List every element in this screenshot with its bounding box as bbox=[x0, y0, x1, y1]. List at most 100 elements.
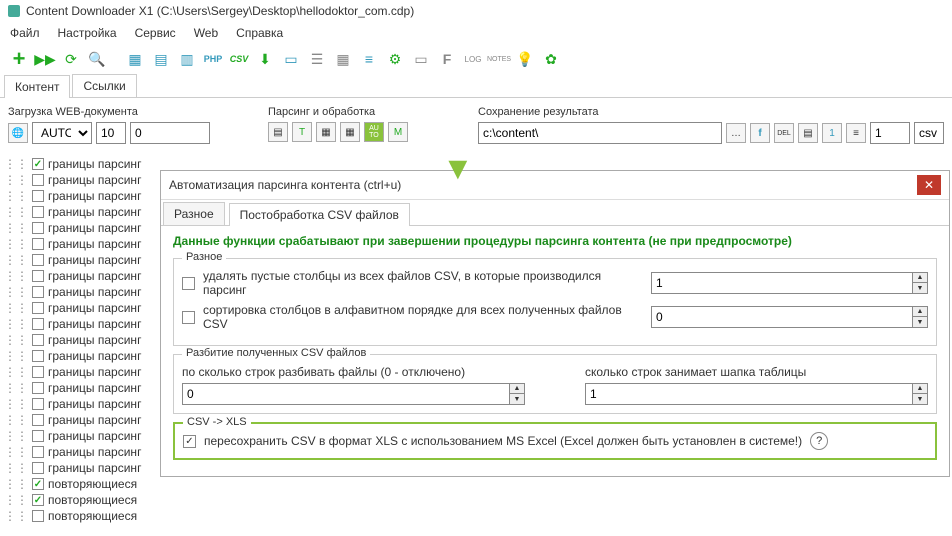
tree-item[interactable]: ⋮⋮границы парсинг bbox=[4, 220, 156, 236]
download-icon[interactable]: ⬇ bbox=[254, 48, 276, 70]
tree-item[interactable]: ⋮⋮границы парсинг bbox=[4, 380, 156, 396]
dialog-tab-csv[interactable]: Постобработка CSV файлов bbox=[229, 203, 410, 226]
search-icon[interactable]: 🔍 bbox=[86, 48, 108, 70]
tree-item[interactable]: ⋮⋮границы парсинг bbox=[4, 268, 156, 284]
parse-btn-t[interactable]: T bbox=[292, 122, 312, 142]
save-ext-input[interactable] bbox=[914, 122, 944, 144]
save-lines-icon[interactable]: ≡ bbox=[846, 123, 866, 143]
tree-item[interactable]: ⋮⋮границы парсинг bbox=[4, 236, 156, 252]
save-doc-icon[interactable]: ▤ bbox=[798, 123, 818, 143]
php-icon[interactable]: PHP bbox=[202, 48, 224, 70]
load-val1-input[interactable] bbox=[96, 122, 126, 144]
save-path-input[interactable] bbox=[478, 122, 722, 144]
tree-checkbox[interactable] bbox=[32, 222, 44, 234]
tree-item[interactable]: ⋮⋮границы парсинг bbox=[4, 428, 156, 444]
tree-checkbox[interactable] bbox=[32, 446, 44, 458]
csv-icon[interactable]: CSV bbox=[228, 48, 250, 70]
tree-checkbox[interactable] bbox=[32, 286, 44, 298]
gear-icon[interactable]: ⚙ bbox=[384, 48, 406, 70]
doc1-icon[interactable]: ▦ bbox=[124, 48, 146, 70]
xls-checkbox[interactable] bbox=[183, 435, 196, 448]
notes-icon[interactable]: NOTES bbox=[488, 48, 510, 70]
parse-btn1[interactable]: ▤ bbox=[268, 122, 288, 142]
tree-item[interactable]: ⋮⋮границы парсинг bbox=[4, 444, 156, 460]
log-icon[interactable]: LOG bbox=[462, 48, 484, 70]
load-mode-select[interactable]: AUTO bbox=[32, 122, 92, 144]
tree-checkbox[interactable] bbox=[32, 350, 44, 362]
f-icon[interactable]: F bbox=[436, 48, 458, 70]
tree-item[interactable]: ⋮⋮границы парсинг bbox=[4, 316, 156, 332]
tree-checkbox[interactable] bbox=[32, 462, 44, 474]
parse-btn2[interactable]: ▦ bbox=[316, 122, 336, 142]
tree-item[interactable]: ⋮⋮границы парсинг bbox=[4, 204, 156, 220]
spin-up[interactable]: ▲ bbox=[913, 273, 927, 283]
tab-links[interactable]: Ссылки bbox=[72, 74, 136, 97]
tree-checkbox[interactable] bbox=[32, 398, 44, 410]
add-icon[interactable]: + bbox=[8, 48, 30, 70]
tree-checkbox[interactable] bbox=[32, 510, 44, 522]
parse-btn3[interactable]: ▦ bbox=[340, 122, 360, 142]
tree-item[interactable]: ⋮⋮повторяющиеся bbox=[4, 508, 156, 524]
tree-item[interactable]: ⋮⋮границы парсинг bbox=[4, 172, 156, 188]
tree-checkbox[interactable] bbox=[32, 382, 44, 394]
split-val2-input[interactable] bbox=[585, 383, 913, 405]
tree-checkbox[interactable] bbox=[32, 158, 44, 170]
tree-item[interactable]: ⋮⋮границы парсинг bbox=[4, 188, 156, 204]
tree-checkbox[interactable] bbox=[32, 366, 44, 378]
misc-val1-input[interactable] bbox=[651, 272, 913, 294]
parse-btn-m[interactable]: M bbox=[388, 122, 408, 142]
spin-down[interactable]: ▼ bbox=[913, 394, 927, 404]
tree-checkbox[interactable] bbox=[32, 190, 44, 202]
tree-item[interactable]: ⋮⋮границы парсинг bbox=[4, 332, 156, 348]
refresh-icon[interactable]: ⟳ bbox=[60, 48, 82, 70]
spin-up[interactable]: ▲ bbox=[913, 307, 927, 317]
url-icon[interactable]: ▭ bbox=[280, 48, 302, 70]
tree-item[interactable]: ⋮⋮границы парсинг bbox=[4, 364, 156, 380]
tree-item[interactable]: ⋮⋮границы парсинг bbox=[4, 156, 156, 172]
tree-checkbox[interactable] bbox=[32, 334, 44, 346]
tree-checkbox[interactable] bbox=[32, 318, 44, 330]
misc-val2-input[interactable] bbox=[651, 306, 913, 328]
tree-item[interactable]: ⋮⋮повторяющиеся bbox=[4, 476, 156, 492]
globe-icon[interactable]: 🌐 bbox=[8, 123, 28, 143]
split-val1-input[interactable] bbox=[182, 383, 510, 405]
tree-item[interactable]: ⋮⋮границы парсинг bbox=[4, 252, 156, 268]
brain-icon[interactable]: ✿ bbox=[540, 48, 562, 70]
tree-item[interactable]: ⋮⋮границы парсинг bbox=[4, 396, 156, 412]
tree-item[interactable]: ⋮⋮границы парсинг bbox=[4, 300, 156, 316]
tree-item[interactable]: ⋮⋮повторяющиеся bbox=[4, 492, 156, 508]
dialog-tab-misc[interactable]: Разное bbox=[163, 202, 225, 225]
grid-icon[interactable]: ▦ bbox=[332, 48, 354, 70]
tree-checkbox[interactable] bbox=[32, 206, 44, 218]
lines-icon[interactable]: ≡ bbox=[358, 48, 380, 70]
list-icon[interactable]: ☰ bbox=[306, 48, 328, 70]
spin-down[interactable]: ▼ bbox=[913, 283, 927, 293]
tree-item[interactable]: ⋮⋮границы парсинг bbox=[4, 348, 156, 364]
tree-checkbox[interactable] bbox=[32, 270, 44, 282]
tree-checkbox[interactable] bbox=[32, 254, 44, 266]
menu-settings[interactable]: Настройка bbox=[58, 26, 117, 40]
browse-button[interactable]: … bbox=[726, 123, 746, 143]
save-1-icon[interactable]: 1 bbox=[822, 123, 842, 143]
menu-service[interactable]: Сервис bbox=[135, 26, 176, 40]
menu-file[interactable]: Файл bbox=[10, 26, 40, 40]
misc-opt2-checkbox[interactable] bbox=[182, 311, 195, 324]
tree-checkbox[interactable] bbox=[32, 478, 44, 490]
parse-btn-auto[interactable]: AUTO bbox=[364, 122, 384, 142]
bulb-icon[interactable]: 💡 bbox=[514, 48, 536, 70]
save-del-icon[interactable]: DEL bbox=[774, 123, 794, 143]
help-icon[interactable]: ? bbox=[810, 432, 828, 450]
tool1-icon[interactable]: ▭ bbox=[410, 48, 432, 70]
menu-web[interactable]: Web bbox=[194, 26, 218, 40]
tree-item[interactable]: ⋮⋮границы парсинг bbox=[4, 460, 156, 476]
tree-item[interactable]: ⋮⋮границы парсинг bbox=[4, 412, 156, 428]
tree-checkbox[interactable] bbox=[32, 174, 44, 186]
tree-checkbox[interactable] bbox=[32, 494, 44, 506]
menu-help[interactable]: Справка bbox=[236, 26, 283, 40]
play-icon[interactable]: ▶▶ bbox=[34, 48, 56, 70]
spin-down[interactable]: ▼ bbox=[510, 394, 524, 404]
save-spin-input[interactable] bbox=[870, 122, 910, 144]
tree-checkbox[interactable] bbox=[32, 414, 44, 426]
doc3-icon[interactable]: ▥ bbox=[176, 48, 198, 70]
load-val2-input[interactable] bbox=[130, 122, 210, 144]
